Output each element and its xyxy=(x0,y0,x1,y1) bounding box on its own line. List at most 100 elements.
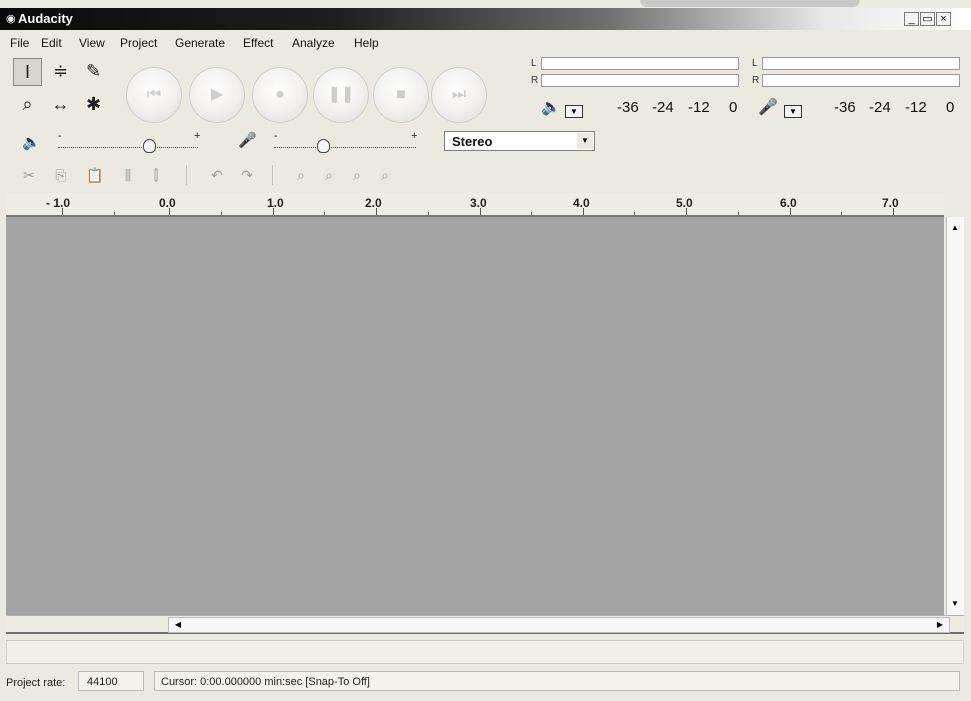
play-button[interactable]: ▶ xyxy=(189,67,245,123)
input-meter-right-bar xyxy=(762,74,960,87)
app-icon: ◉ xyxy=(6,13,16,25)
ruler-label: 2.0 xyxy=(365,196,382,210)
menu-help[interactable]: Help xyxy=(354,36,379,50)
meter-right-label: R xyxy=(531,75,539,86)
ruler-label: 3.0 xyxy=(470,196,487,210)
ruler-label: 6.0 xyxy=(780,196,797,210)
speaker-icon: 🔈 xyxy=(541,99,561,116)
meter-tick: -12 xyxy=(688,99,710,116)
input-source-select[interactable]: Stereo ▼ xyxy=(444,131,595,151)
empty-panel xyxy=(6,640,964,664)
skip-to-start-button[interactable]: ⏮ xyxy=(126,67,182,123)
zoom-tool-icon[interactable]: ⌕ xyxy=(13,91,42,119)
ruler-tick xyxy=(169,208,170,215)
ruler-tick xyxy=(273,208,274,215)
meter-tick: -24 xyxy=(652,99,674,116)
menu-effect[interactable]: Effect xyxy=(243,36,273,50)
ruler-minor-tick xyxy=(428,212,429,215)
ruler-label: 1.0 xyxy=(267,196,284,210)
input-volume-thumb[interactable] xyxy=(317,139,330,153)
scroll-up-icon[interactable]: ▲ xyxy=(947,221,963,235)
ruler-minor-tick xyxy=(114,212,115,215)
copy-icon[interactable]: ⎘ xyxy=(50,163,72,187)
horizontal-scroll-row: ◀ ▶ xyxy=(6,615,964,634)
ruler-label: 0.0 xyxy=(159,196,176,210)
trim-icon[interactable]: ⫼ xyxy=(117,163,139,187)
meter-tick: 0 xyxy=(729,99,738,116)
fit-selection-icon[interactable]: ⌕ xyxy=(346,163,368,187)
input-source-value: Stereo xyxy=(452,134,493,149)
envelope-tool-icon[interactable]: ≑ xyxy=(46,58,75,86)
ruler-tick xyxy=(62,208,63,215)
menu-analyze[interactable]: Analyze xyxy=(292,36,335,50)
ruler-minor-tick xyxy=(324,212,325,215)
window-title: Audacity xyxy=(18,11,73,26)
ruler-minor-tick xyxy=(634,212,635,215)
title-bar: ◉ Audacity xyxy=(0,8,971,30)
menu-file[interactable]: File xyxy=(10,36,29,50)
draw-tool-icon[interactable]: ✎ xyxy=(79,58,108,86)
horizontal-scrollbar[interactable]: ◀ ▶ xyxy=(168,617,950,633)
stop-button[interactable]: ■ xyxy=(373,67,429,123)
selection-tool-icon[interactable]: I xyxy=(13,58,42,86)
output-volume-thumb[interactable] xyxy=(143,139,156,153)
zoom-in-icon[interactable]: ⌕ xyxy=(290,163,312,187)
timeline-ruler[interactable]: - 1.0 0.0 1.0 2.0 3.0 4.0 5.0 6.0 7.0 xyxy=(6,193,944,217)
skip-to-end-button[interactable]: ⏭ xyxy=(431,67,487,123)
ruler-minor-tick xyxy=(221,212,222,215)
meter-tick: -36 xyxy=(834,99,856,116)
meter-left-label: L xyxy=(531,58,537,69)
project-rate-field[interactable]: 44100 xyxy=(78,671,144,691)
output-volume-slider[interactable] xyxy=(58,147,198,149)
minimize-button[interactable]: _ xyxy=(904,12,919,26)
output-meter: L R 🔈 ▼ -36 -24 -12 0 xyxy=(531,57,741,121)
silence-icon[interactable]: ⫿ xyxy=(145,163,167,187)
ruler-tick xyxy=(686,208,687,215)
scroll-down-icon[interactable]: ▼ xyxy=(947,597,963,611)
input-meter: L R 🎤 ▼ -36 -24 -12 0 xyxy=(752,57,962,121)
project-rate-label: Project rate: xyxy=(6,677,66,689)
output-meter-left-bar xyxy=(541,57,739,70)
pause-button[interactable]: ❚❚ xyxy=(313,67,369,123)
track-panel[interactable] xyxy=(6,217,944,615)
cursor-position-readout: Cursor: 0:00.000000 min:sec [Snap-To Off… xyxy=(154,671,960,691)
slider-max-mark: + xyxy=(194,130,201,142)
cut-icon[interactable]: ✂ xyxy=(18,163,40,187)
slider-min-mark: - xyxy=(58,130,62,142)
paste-icon[interactable]: 📋 xyxy=(84,163,106,187)
menu-edit[interactable]: Edit xyxy=(41,36,62,50)
menu-view[interactable]: View xyxy=(79,36,105,50)
maximize-button[interactable]: ▭ xyxy=(920,12,935,26)
scroll-left-icon[interactable]: ◀ xyxy=(170,618,186,632)
scroll-right-icon[interactable]: ▶ xyxy=(932,618,948,632)
ruler-tick xyxy=(893,208,894,215)
meter-tick: -36 xyxy=(617,99,639,116)
tools-toolbar: I ≑ ✎ ⌕ ↔ ✱ xyxy=(13,58,109,122)
vertical-scrollbar[interactable]: ▲ ▼ xyxy=(946,217,964,615)
input-volume-slider[interactable] xyxy=(274,147,416,149)
fit-project-icon[interactable]: ⌕ xyxy=(374,163,396,187)
close-button[interactable]: × xyxy=(936,12,951,26)
ruler-label: 4.0 xyxy=(573,196,590,210)
menu-project[interactable]: Project xyxy=(120,36,157,50)
timeshift-tool-icon[interactable]: ↔ xyxy=(46,91,75,119)
undo-icon[interactable]: ↶ xyxy=(206,163,228,187)
record-button[interactable]: ● xyxy=(252,67,308,123)
slider-min-mark: - xyxy=(274,130,278,142)
menu-generate[interactable]: Generate xyxy=(175,36,225,50)
ruler-label: - 1.0 xyxy=(46,196,71,210)
ruler-label: 7.0 xyxy=(882,196,899,210)
chevron-down-icon[interactable]: ▼ xyxy=(577,133,593,149)
meter-tick: 0 xyxy=(946,99,955,116)
input-meter-dropdown[interactable]: ▼ xyxy=(784,105,802,118)
redo-icon[interactable]: ↷ xyxy=(236,163,258,187)
zoom-out-icon[interactable]: ⌕ xyxy=(318,163,340,187)
input-volume-microphone-icon: 🎤 xyxy=(238,132,257,149)
ruler-tick xyxy=(790,208,791,215)
meter-tick: -24 xyxy=(869,99,891,116)
multi-tool-icon[interactable]: ✱ xyxy=(79,91,108,119)
output-meter-right-bar xyxy=(541,74,739,87)
input-meter-left-bar xyxy=(762,57,960,70)
output-meter-dropdown[interactable]: ▼ xyxy=(565,105,583,118)
ruler-tick xyxy=(583,208,584,215)
